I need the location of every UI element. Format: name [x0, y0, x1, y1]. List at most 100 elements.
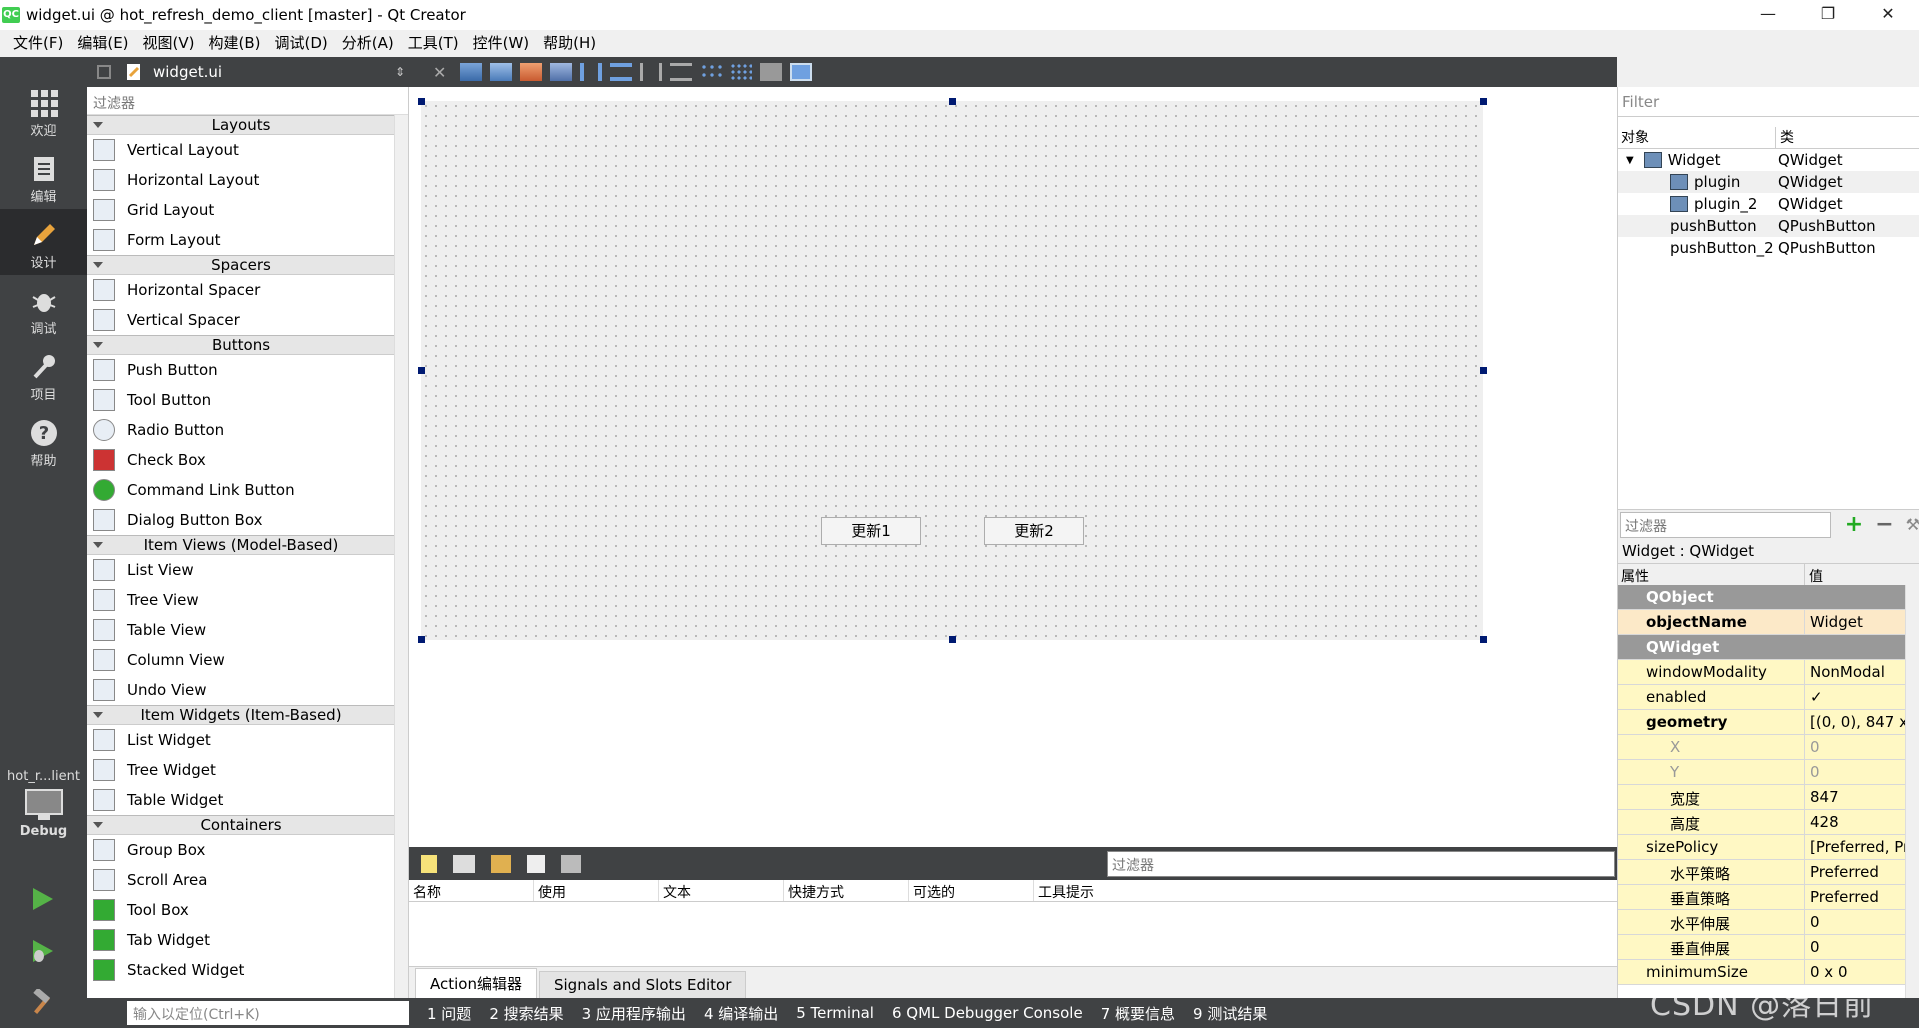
resize-handle[interactable]: [949, 98, 956, 105]
resize-handle[interactable]: [949, 636, 956, 643]
widget-stacked-widget[interactable]: Stacked Widget: [87, 955, 395, 985]
configure-icon[interactable]: [561, 854, 581, 873]
mode-edit[interactable]: 编辑: [0, 143, 87, 209]
property-value[interactable]: Preferred: [1805, 860, 1906, 884]
category-containers[interactable]: Containers: [87, 815, 395, 835]
pane-terminal[interactable]: 5 Terminal: [796, 1004, 874, 1022]
property-row[interactable]: objectName Widget: [1618, 610, 1906, 635]
debug-run-icon[interactable]: [28, 937, 56, 965]
close-document-icon[interactable]: ✕: [433, 63, 446, 82]
tab-action-editor[interactable]: Action编辑器: [415, 968, 537, 998]
maximize-button[interactable]: ❐: [1798, 0, 1858, 30]
layout-form-icon[interactable]: [700, 63, 723, 81]
widget-scroll-area[interactable]: Scroll Area: [87, 865, 395, 895]
widget-dialog-button-box[interactable]: Dialog Button Box: [87, 505, 395, 535]
menu-build[interactable]: 构建(B): [202, 30, 268, 57]
property-row[interactable]: geometry[(0, 0), 847 x 428]: [1618, 710, 1906, 735]
paste-action-icon[interactable]: [491, 854, 511, 873]
pane-issues[interactable]: 1 问题: [427, 1003, 471, 1024]
configure-wrench-icon[interactable]: ⚒: [1906, 515, 1919, 534]
resize-handle[interactable]: [418, 98, 425, 105]
widget-tool-button[interactable]: Tool Button: [87, 385, 395, 415]
edit-buddies-icon[interactable]: [520, 63, 543, 81]
widget-tab-widget[interactable]: Tab Widget: [87, 925, 395, 955]
widget-box-scrollbar[interactable]: [394, 115, 408, 998]
kit-selector[interactable]: hot_r...lient Debug: [0, 765, 87, 851]
col-value[interactable]: 值: [1805, 564, 1827, 585]
property-value[interactable]: Preferred: [1805, 885, 1906, 909]
widget-vertical-spacer[interactable]: Vertical Spacer: [87, 305, 395, 335]
widget-filter-input[interactable]: 过滤器: [87, 87, 408, 115]
category-layouts[interactable]: Layouts: [87, 115, 395, 135]
property-row[interactable]: 垂直策略 Preferred: [1618, 885, 1906, 910]
col-tooltip[interactable]: 工具提示: [1034, 880, 1159, 901]
tab-signals-slots[interactable]: Signals and Slots Editor: [538, 971, 747, 998]
col-object[interactable]: 对象: [1618, 127, 1776, 148]
action-table-body[interactable]: [409, 902, 1617, 966]
pane-test-results[interactable]: 9 测试结果: [1193, 1003, 1267, 1024]
pane-qml-console[interactable]: 6 QML Debugger Console: [892, 1004, 1083, 1022]
widget-tree-view[interactable]: Tree View: [87, 585, 395, 615]
adjust-size-icon[interactable]: [790, 63, 813, 81]
resize-handle[interactable]: [1480, 367, 1487, 374]
col-text[interactable]: 文本: [659, 880, 784, 901]
resize-handle[interactable]: [418, 636, 425, 643]
property-value[interactable]: [Preferred, Preferred, 0, 0]: [1805, 835, 1906, 859]
menu-debug[interactable]: 调试(D): [268, 30, 335, 57]
action-filter-input[interactable]: 过滤器: [1107, 851, 1615, 877]
col-used[interactable]: 使用: [534, 880, 659, 901]
form-canvas[interactable]: 更新1 更新2: [409, 87, 1617, 847]
widget-radio-button[interactable]: Radio Button: [87, 415, 395, 445]
property-row[interactable]: Y0: [1618, 760, 1906, 785]
resize-handle[interactable]: [418, 367, 425, 374]
form-button-update1[interactable]: 更新1: [821, 517, 921, 545]
layout-splitter-v-icon[interactable]: [670, 63, 693, 81]
mode-design[interactable]: 设计: [0, 209, 87, 275]
widget-column-view[interactable]: Column View: [87, 645, 395, 675]
widget-form-layout[interactable]: Form Layout: [87, 225, 395, 255]
menu-help[interactable]: 帮助(H): [536, 30, 603, 57]
copy-action-icon[interactable]: [453, 854, 475, 873]
property-value[interactable]: NonModal: [1805, 660, 1906, 684]
expand-arrow-icon[interactable]: ▼: [1626, 155, 1634, 166]
form-button-update2[interactable]: 更新2: [984, 517, 1084, 545]
mode-projects[interactable]: 项目: [0, 341, 87, 407]
widget-table-widget[interactable]: Table Widget: [87, 785, 395, 815]
layout-splitter-h-icon[interactable]: [640, 63, 663, 81]
property-row[interactable]: 宽度 847: [1618, 785, 1906, 810]
remove-property-icon[interactable]: −: [1875, 512, 1893, 537]
edit-tab-order-icon[interactable]: [550, 63, 573, 81]
layout-grid-icon[interactable]: [730, 63, 753, 81]
widget-command-link-button[interactable]: Command Link Button: [87, 475, 395, 505]
object-row-plugin[interactable]: plugin QWidget: [1618, 171, 1919, 193]
open-file-name[interactable]: widget.ui: [153, 63, 222, 81]
property-value[interactable]: 0: [1805, 760, 1906, 784]
mode-debug[interactable]: 调试: [0, 275, 87, 341]
property-value[interactable]: Widget: [1805, 610, 1906, 634]
layout-vertical-icon[interactable]: [610, 63, 633, 81]
resize-handle[interactable]: [1480, 98, 1487, 105]
property-row[interactable]: enabled ✓: [1618, 685, 1906, 710]
widget-group-box[interactable]: Group Box: [87, 835, 395, 865]
widget-list-widget[interactable]: List Widget: [87, 725, 395, 755]
widget-tool-box[interactable]: Tool Box: [87, 895, 395, 925]
col-class[interactable]: 类: [1776, 127, 1794, 148]
property-row[interactable]: windowModality NonModal: [1618, 660, 1906, 685]
category-item-widgets[interactable]: Item Widgets (Item-Based): [87, 705, 395, 725]
object-row-widget[interactable]: ▼ Widget QWidget: [1618, 149, 1919, 171]
property-value[interactable]: 0: [1805, 935, 1906, 959]
new-action-icon[interactable]: [421, 854, 437, 873]
file-dropdown-icon[interactable]: ⇕: [395, 65, 405, 79]
object-row-pushbutton-2[interactable]: pushButton_2 QPushButton: [1618, 237, 1919, 259]
object-filter-input[interactable]: Filter: [1618, 87, 1919, 117]
layout-horizontal-icon[interactable]: [580, 63, 603, 81]
widget-horizontal-spacer[interactable]: Horizontal Spacer: [87, 275, 395, 305]
hammer-icon[interactable]: [28, 989, 56, 1017]
menu-tools[interactable]: 工具(T): [401, 30, 466, 57]
menu-edit[interactable]: 编辑(E): [70, 30, 135, 57]
property-scrollbar[interactable]: [1905, 585, 1919, 998]
edit-widgets-icon[interactable]: [460, 63, 483, 81]
pane-compile-output[interactable]: 4 编译输出: [704, 1003, 778, 1024]
property-row[interactable]: X0: [1618, 735, 1906, 760]
property-filter-input[interactable]: 过滤器: [1620, 511, 1831, 538]
